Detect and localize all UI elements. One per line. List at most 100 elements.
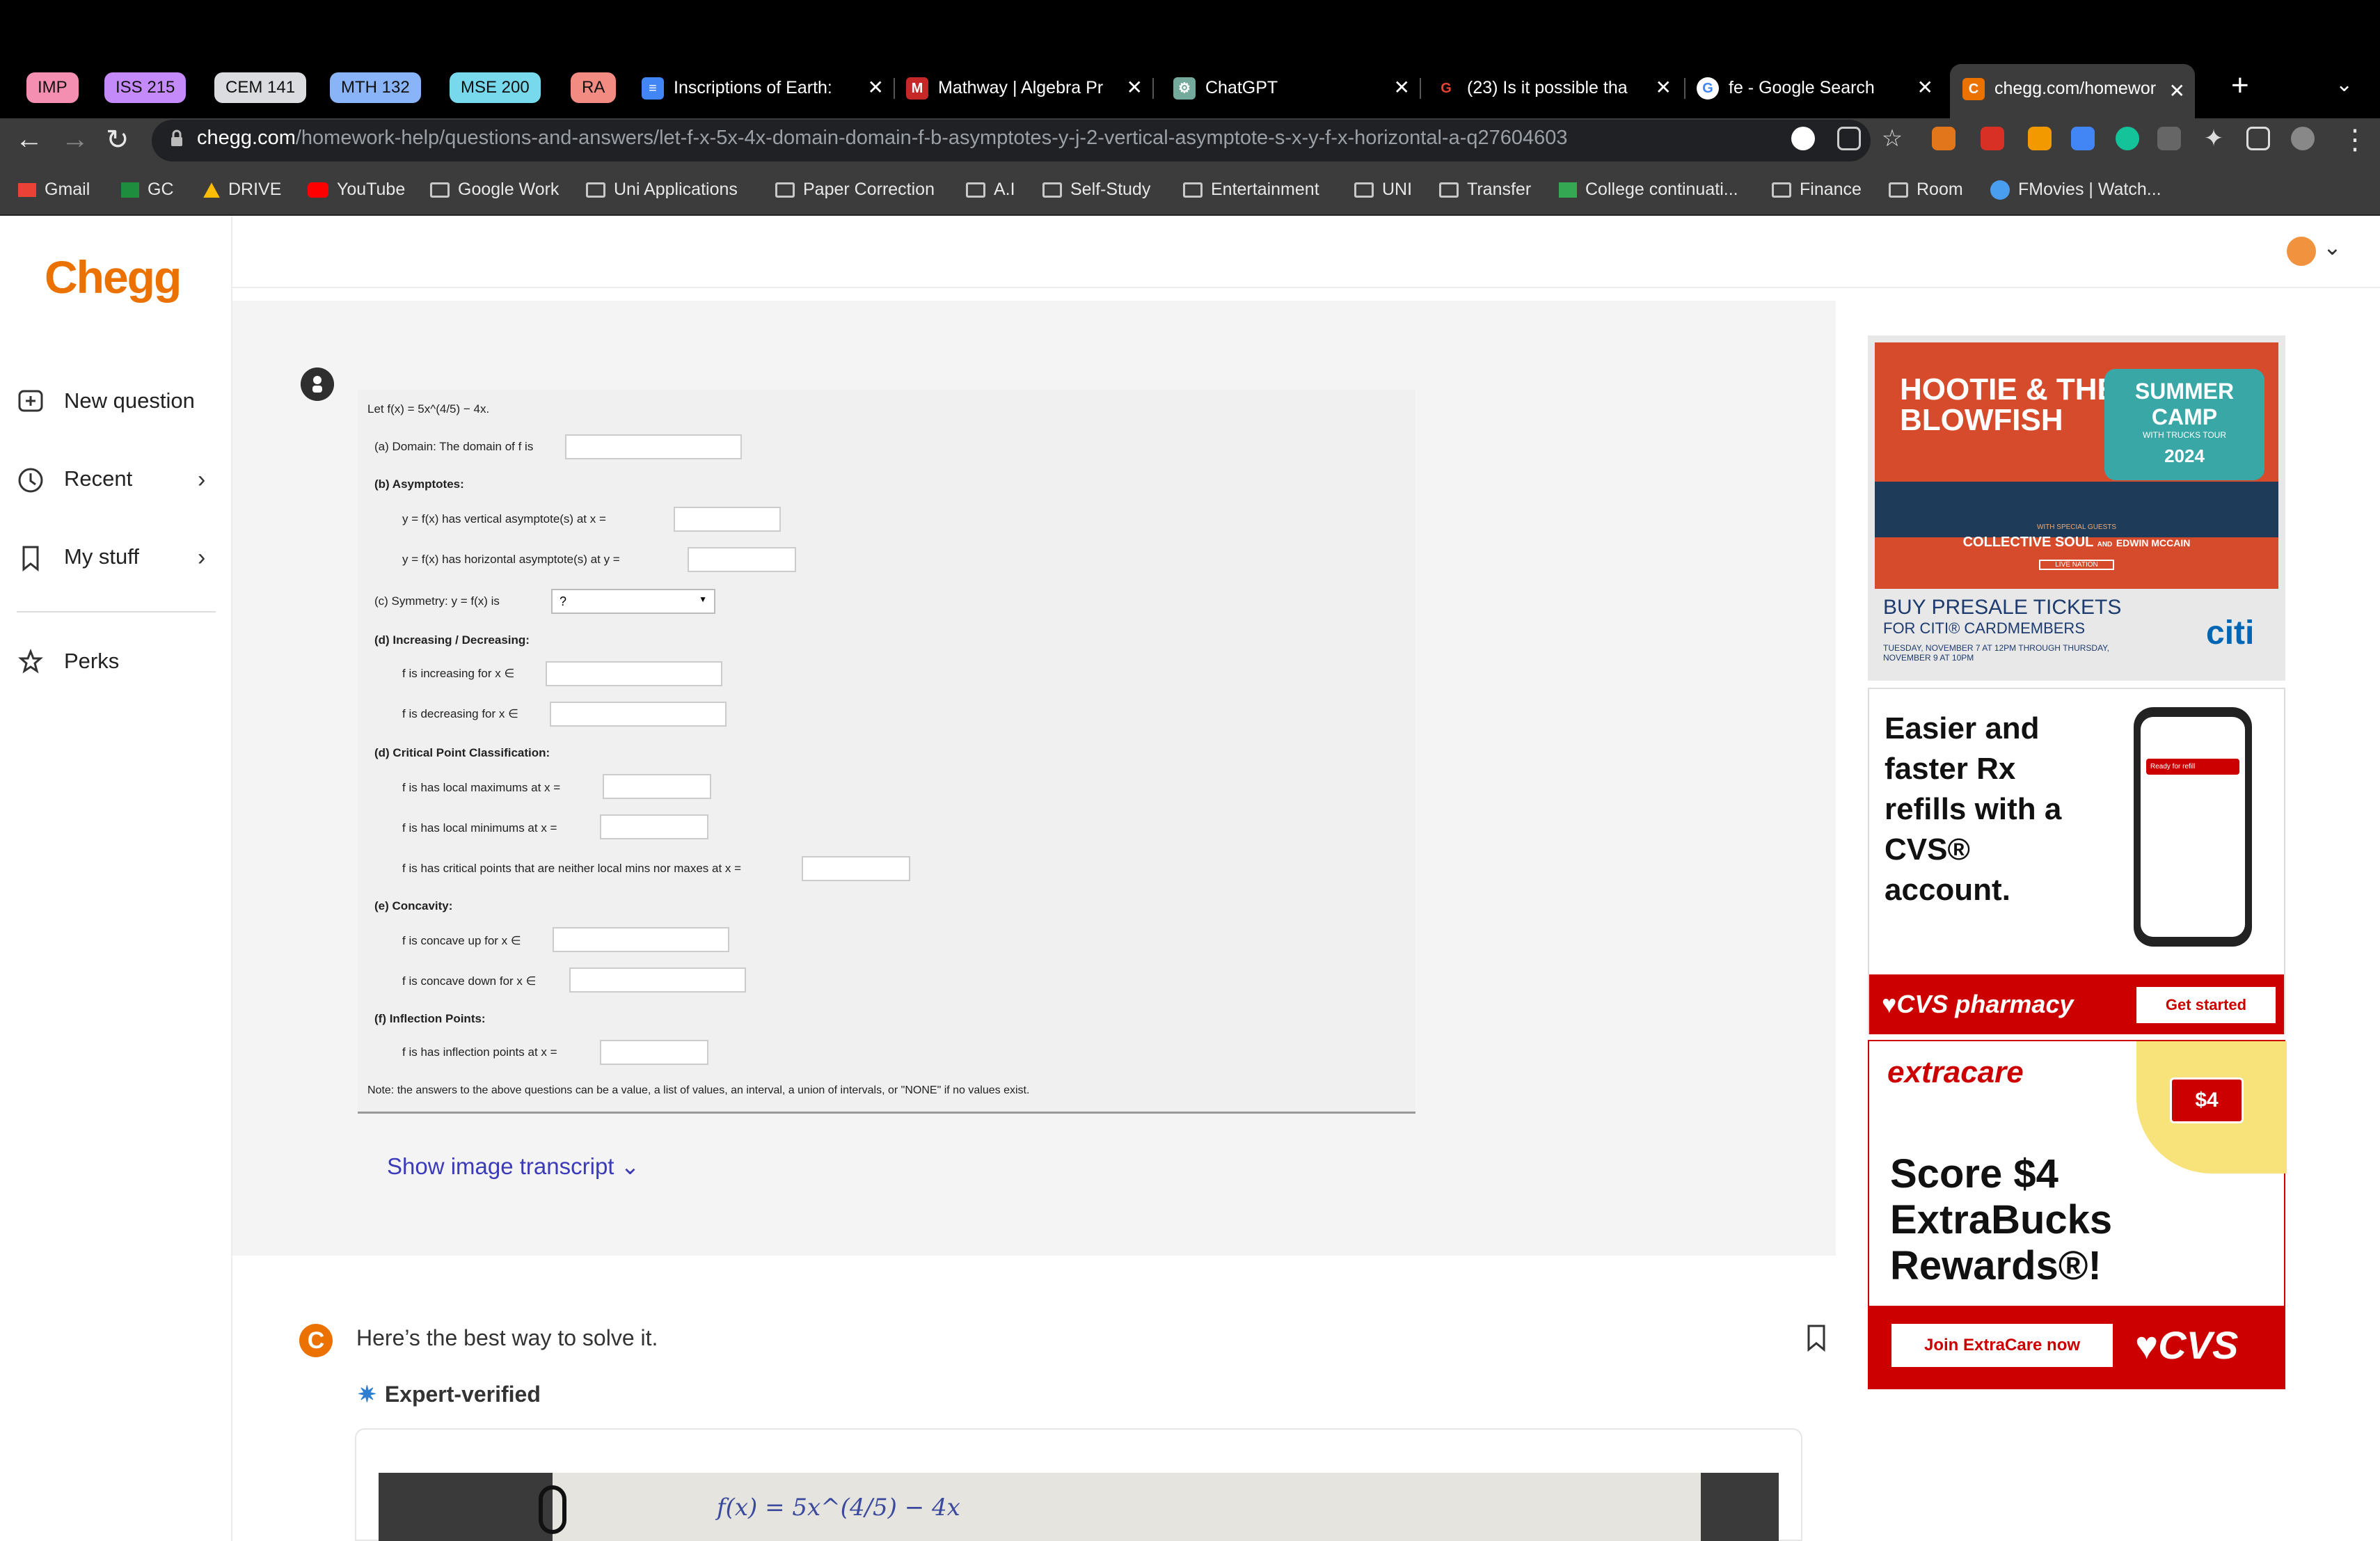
tab-title: Inscriptions of Earth: xyxy=(674,78,832,97)
tab-group-iss215[interactable]: ISS 215 xyxy=(104,72,187,103)
tab-quora[interactable]: G (23) Is it possible tha ✕ xyxy=(1435,67,1672,109)
back-icon[interactable]: ← xyxy=(15,124,43,155)
ad-hootie[interactable]: HOOTIE & THE BLOWFISH SUMMER CAMP WITH TR… xyxy=(1868,335,2285,681)
chevron-right-icon[interactable]: › xyxy=(198,544,205,571)
bookmark-ai[interactable]: A.I xyxy=(966,180,1015,200)
honey-icon[interactable] xyxy=(2028,127,2052,150)
tab-search-icon[interactable]: ⌄ xyxy=(2335,72,2353,97)
bookmark-uni-applications[interactable]: Uni Applications xyxy=(586,180,738,200)
sidebar-item-new-question[interactable]: New question xyxy=(17,388,195,416)
bookmark-fmovies[interactable]: FMovies | Watch... xyxy=(1990,180,2161,200)
inflection-input[interactable] xyxy=(600,1040,708,1065)
chevron-down-icon[interactable]: ⌄ xyxy=(2323,234,2342,260)
bookmark-label: Paper Correction xyxy=(803,180,935,199)
avatar[interactable] xyxy=(2287,237,2316,266)
translate-icon[interactable] xyxy=(2071,127,2095,150)
join-extracare-button[interactable]: Join ExtraCare now xyxy=(1891,1324,2113,1367)
extension-icon[interactable] xyxy=(1981,127,2004,150)
bookmark-youtube[interactable]: YouTube xyxy=(308,180,405,200)
symmetry-select[interactable]: ? ▼ xyxy=(551,589,715,614)
reload-icon[interactable]: ↻ xyxy=(106,124,129,156)
ad-guest2: EDWIN MCCAIN xyxy=(2116,537,2191,548)
tab-group-ra[interactable]: RA xyxy=(571,72,617,103)
google-lens-icon[interactable] xyxy=(1791,127,1815,150)
ad-headline: BUY PRESALE TICKETS xyxy=(1883,596,2122,619)
sidebar-label: Recent xyxy=(64,466,133,491)
extension-icon[interactable] xyxy=(2157,127,2181,150)
star-icon[interactable]: ☆ xyxy=(1880,127,1904,150)
puzzle-icon[interactable]: ✦ xyxy=(2202,127,2226,150)
bookmark-self-study[interactable]: Self-Study xyxy=(1042,180,1150,200)
question-increasing-decreasing: (d) Increasing / Decreasing: xyxy=(374,633,530,647)
bookmark-label: A.I xyxy=(994,180,1015,199)
sidebar-item-perks[interactable]: Perks xyxy=(17,649,119,677)
domain-input[interactable] xyxy=(565,434,742,459)
close-icon[interactable]: ✕ xyxy=(1127,67,1143,109)
chevron-right-icon[interactable]: › xyxy=(198,466,205,493)
grammarly-icon[interactable] xyxy=(2116,127,2139,150)
side-panel-icon[interactable] xyxy=(2246,127,2270,150)
show-transcript-button[interactable]: Show image transcript ⌄ xyxy=(387,1153,640,1180)
tab-chatgpt[interactable]: ⚙ ChatGPT ✕ xyxy=(1173,67,1410,109)
close-icon[interactable]: ✕ xyxy=(1917,67,1933,109)
tab-title: ChatGPT xyxy=(1205,78,1278,97)
bookmark-paper-correction[interactable]: Paper Correction xyxy=(775,180,935,200)
bookmark-gc[interactable]: GC xyxy=(121,180,174,200)
tab-group-imp[interactable]: IMP xyxy=(26,72,79,103)
tab-group-mse200[interactable]: MSE 200 xyxy=(450,72,541,103)
menu-icon[interactable]: ⋮ xyxy=(2341,124,2369,156)
bookmark-finance[interactable]: Finance xyxy=(1772,180,1862,200)
horizontal-asymptote-input[interactable] xyxy=(688,547,796,572)
tab-mathway[interactable]: M Mathway | Algebra Pr ✕ xyxy=(906,67,1143,109)
close-icon[interactable]: ✕ xyxy=(1656,67,1672,109)
bookmark-transfer[interactable]: Transfer xyxy=(1439,180,1531,200)
increasing-label: f is increasing for x ∈ xyxy=(402,667,515,680)
close-icon[interactable]: ✕ xyxy=(868,67,884,109)
decreasing-input[interactable] xyxy=(550,702,727,727)
chegg-logo[interactable]: Chegg xyxy=(45,251,182,303)
ad-cvs-extracare[interactable]: extracare $4 Score $4 ExtraBucks Rewards… xyxy=(1868,1040,2287,1389)
share-icon[interactable] xyxy=(1837,127,1861,150)
bookmark-drive[interactable]: DRIVE xyxy=(203,180,281,200)
ad-sub: FOR CITI® CARDMEMBERS xyxy=(1883,619,2085,637)
get-started-button[interactable]: Get started xyxy=(2136,987,2276,1023)
tab-group-cem141[interactable]: CEM 141 xyxy=(214,72,307,103)
close-icon[interactable]: ✕ xyxy=(2169,67,2185,116)
ad-logo: CVS xyxy=(2158,1323,2239,1367)
bookmark-college[interactable]: College continuati... xyxy=(1559,180,1738,200)
url-host: chegg.com xyxy=(197,127,296,149)
vertical-asymptote-input[interactable] xyxy=(674,507,781,532)
bookmark-label: YouTube xyxy=(337,180,406,199)
metamask-icon[interactable] xyxy=(1932,127,1955,150)
concave-down-input[interactable] xyxy=(569,967,746,993)
chevron-down-icon: ⌄ xyxy=(620,1153,640,1179)
tab-separator xyxy=(894,78,895,99)
binder-clip-icon xyxy=(539,1485,566,1534)
tab-chegg[interactable]: Cchegg.com/homewor ✕ xyxy=(1950,64,2195,118)
concave-up-input[interactable] xyxy=(553,927,729,952)
bookmark-gmail[interactable]: Gmail xyxy=(18,180,90,200)
tab-inscriptions[interactable]: ≡ Inscriptions of Earth: ✕ xyxy=(642,67,884,109)
chegg-icon: C xyxy=(1962,78,1985,101)
expert-verified-badge: ✷ Expert-verified xyxy=(358,1381,541,1407)
increasing-input[interactable] xyxy=(546,661,722,686)
close-icon[interactable]: ✕ xyxy=(1394,67,1410,109)
bookmark-icon[interactable] xyxy=(1807,1324,1826,1352)
bookmark-uni[interactable]: UNI xyxy=(1354,180,1412,200)
bookmark-entertainment[interactable]: Entertainment xyxy=(1183,180,1319,200)
bookmark-google-work[interactable]: Google Work xyxy=(430,180,559,200)
sidebar-item-recent[interactable]: Recent xyxy=(17,466,132,494)
tab-google-search[interactable]: Gfe - Google Search ✕ xyxy=(1697,67,1933,109)
forward-icon[interactable]: → xyxy=(61,124,89,155)
profile-icon[interactable] xyxy=(2291,127,2315,150)
bookmark-room[interactable]: Room xyxy=(1889,180,1963,200)
tab-group-mth132[interactable]: MTH 132 xyxy=(330,72,421,103)
new-tab-icon[interactable]: + xyxy=(2231,68,2249,103)
extracare-logo: extracare xyxy=(1887,1055,2024,1089)
local-min-input[interactable] xyxy=(600,814,708,839)
sidebar-item-my-stuff[interactable]: My stuff xyxy=(17,544,139,572)
url-text[interactable]: chegg.com/homework-help/questions-and-an… xyxy=(197,127,1568,150)
neither-input[interactable] xyxy=(802,856,910,881)
local-max-input[interactable] xyxy=(603,774,711,799)
ad-cvs-rx[interactable]: Easier and faster Rx refills with a CVS®… xyxy=(1868,688,2285,1034)
